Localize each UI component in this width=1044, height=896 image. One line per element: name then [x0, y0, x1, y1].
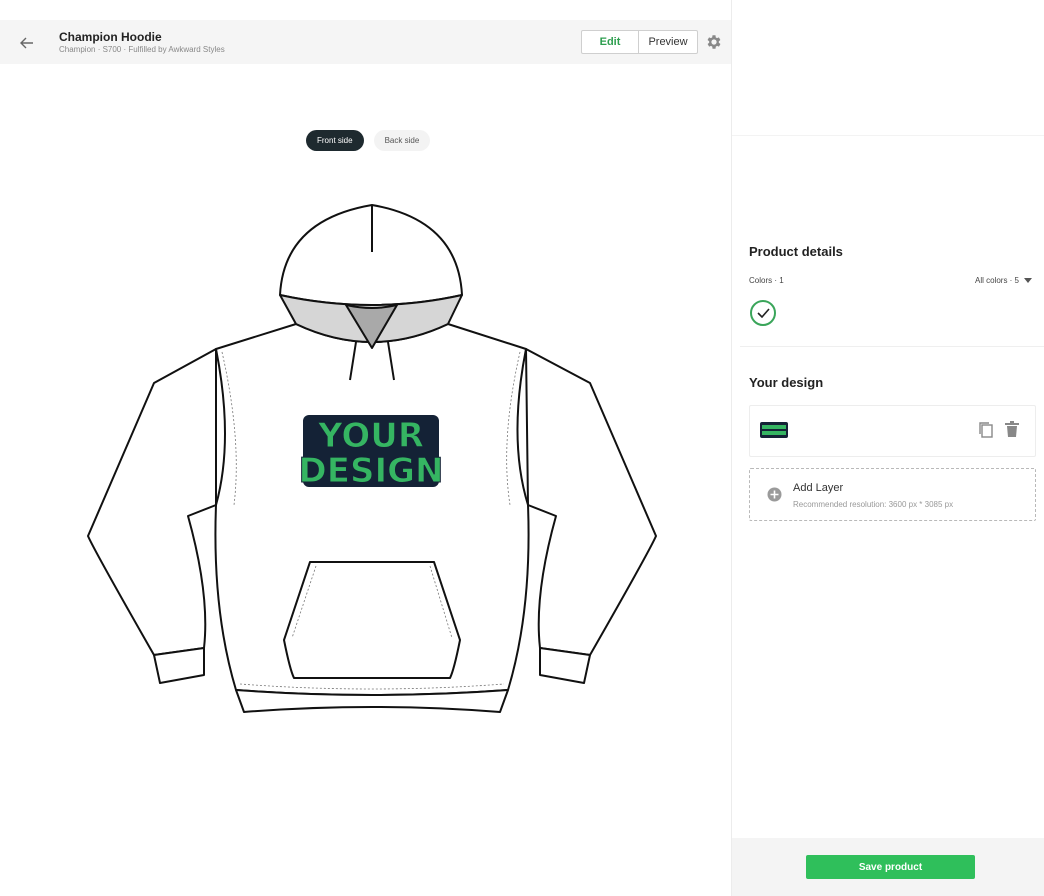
design-text-line2: DESIGN	[300, 451, 442, 487]
product-details-heading: Product details	[749, 244, 843, 259]
tab-back-side[interactable]: Back side	[373, 130, 431, 151]
side-panel: Product details Colors · 1 All colors · …	[731, 0, 1044, 896]
color-swatch-selected[interactable]	[750, 300, 776, 326]
product-title: Champion Hoodie	[59, 30, 162, 44]
check-icon	[756, 308, 770, 318]
design-canvas-area: Champion Hoodie Champion · S700 · Fulfil…	[0, 0, 731, 896]
app-root: Champion Hoodie Champion · S700 · Fulfil…	[0, 0, 1044, 896]
all-colors-dropdown[interactable]: All colors · 5	[975, 276, 1032, 285]
add-layer-hint: Recommended resolution: 3600 px * 3085 p…	[793, 500, 954, 509]
preview-button[interactable]: Preview	[639, 31, 697, 53]
save-product-button[interactable]: Save product	[806, 855, 975, 879]
trash-icon[interactable]	[1005, 421, 1019, 437]
divider	[740, 346, 1044, 347]
back-button[interactable]	[14, 30, 40, 56]
add-layer-button[interactable]: Add Layer Recommended resolution: 3600 p…	[749, 468, 1036, 521]
arrow-left-icon	[20, 37, 33, 49]
copy-icon[interactable]	[978, 421, 994, 439]
layer-thumbnail	[760, 422, 788, 438]
edit-button[interactable]: Edit	[582, 31, 639, 53]
tab-front-side[interactable]: Front side	[306, 130, 364, 151]
mode-toggle: Edit Preview	[581, 30, 698, 54]
design-text-line1: YOUR	[317, 416, 424, 456]
top-bar: Champion Hoodie Champion · S700 · Fulfil…	[0, 20, 731, 64]
panel-footer: Save product	[732, 838, 1044, 896]
colors-count-label: Colors · 1	[749, 276, 784, 285]
add-layer-title: Add Layer	[793, 482, 844, 494]
all-colors-label: All colors · 5	[974, 276, 1019, 285]
gear-icon[interactable]	[705, 33, 723, 51]
design-artwork: YOUR DESIGN	[300, 415, 442, 487]
your-design-heading: Your design	[749, 375, 824, 390]
design-layer-card[interactable]	[749, 405, 1036, 457]
plus-circle-icon	[767, 487, 782, 502]
divider	[732, 135, 1044, 136]
caret-down-icon	[1024, 278, 1032, 283]
side-tabs: Front side Back side	[306, 130, 431, 151]
product-subtitle: Champion · S700 · Fulfilled by Awkward S…	[59, 45, 225, 54]
